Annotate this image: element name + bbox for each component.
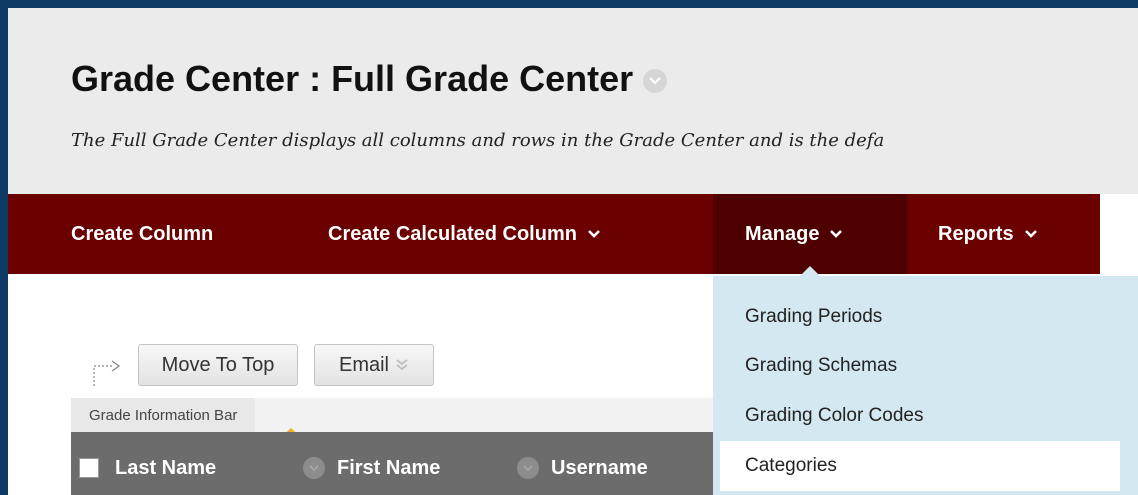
reports-label: Reports [938, 222, 1014, 245]
title-options-chevron-icon[interactable] [643, 69, 668, 93]
column-first-name[interactable]: First Name [303, 432, 440, 495]
column-options-icon[interactable] [517, 457, 539, 479]
column-last-name-label: Last Name [115, 456, 217, 479]
create-column-button[interactable]: Create Column [8, 194, 276, 274]
column-username[interactable]: Username [517, 432, 648, 495]
manage-dropdown-menu: Grading Periods Grading Schemas Grading … [713, 276, 1138, 495]
double-chevron-down-icon [395, 358, 409, 372]
create-calculated-column-label: Create Calculated Column [328, 222, 577, 245]
grade-information-bar: Grade Information Bar [71, 398, 713, 438]
chevron-down-icon [829, 229, 843, 239]
action-bar: Create Column Create Calculated Column M… [8, 194, 1100, 276]
page-description: The Full Grade Center displays all colum… [71, 130, 885, 151]
chevron-down-icon [1024, 229, 1038, 239]
menu-item-label: Grading Schemas [745, 355, 898, 376]
create-calculated-column-button[interactable]: Create Calculated Column [328, 194, 601, 274]
reports-menu-button[interactable]: Reports [907, 194, 1068, 274]
page-title-row: Grade Center : Full Grade Center [71, 58, 668, 100]
move-to-top-button[interactable]: Move To Top [138, 344, 298, 386]
menu-item-label: Grading Color Codes [745, 405, 924, 426]
column-options-icon[interactable] [303, 457, 325, 479]
page-header: Grade Center : Full Grade Center The Ful… [8, 8, 1138, 194]
manage-label: Manage [745, 222, 820, 245]
email-button[interactable]: Email [314, 344, 434, 386]
move-arrow-icon [92, 352, 126, 393]
select-all-checkbox[interactable] [79, 458, 99, 478]
create-column-label: Create Column [71, 222, 214, 245]
menu-item-grading-periods[interactable]: Grading Periods [713, 294, 882, 340]
email-label: Email [338, 353, 389, 376]
move-to-top-label: Move To Top [161, 353, 275, 376]
column-last-name[interactable]: Last Name [79, 432, 216, 495]
grid-header-row: Last Name First Name Username [71, 432, 713, 495]
menu-item-grading-schemas[interactable]: Grading Schemas [713, 343, 897, 389]
column-username-label: Username [551, 456, 648, 479]
grade-center-frame: Grade Center : Full Grade Center The Ful… [8, 8, 1138, 495]
menu-item-label: Categories [745, 455, 837, 476]
page-title: Grade Center : Full Grade Center [71, 58, 634, 99]
manage-menu-button[interactable]: Manage [713, 194, 907, 276]
chevron-down-icon [587, 229, 601, 239]
column-first-name-label: First Name [337, 456, 441, 479]
menu-item-categories[interactable]: Categories [720, 441, 1120, 491]
menu-item-grading-color-codes[interactable]: Grading Color Codes [713, 393, 923, 439]
grade-information-bar-label: Grade Information Bar [71, 398, 256, 432]
menu-item-label: Grading Periods [745, 306, 883, 327]
